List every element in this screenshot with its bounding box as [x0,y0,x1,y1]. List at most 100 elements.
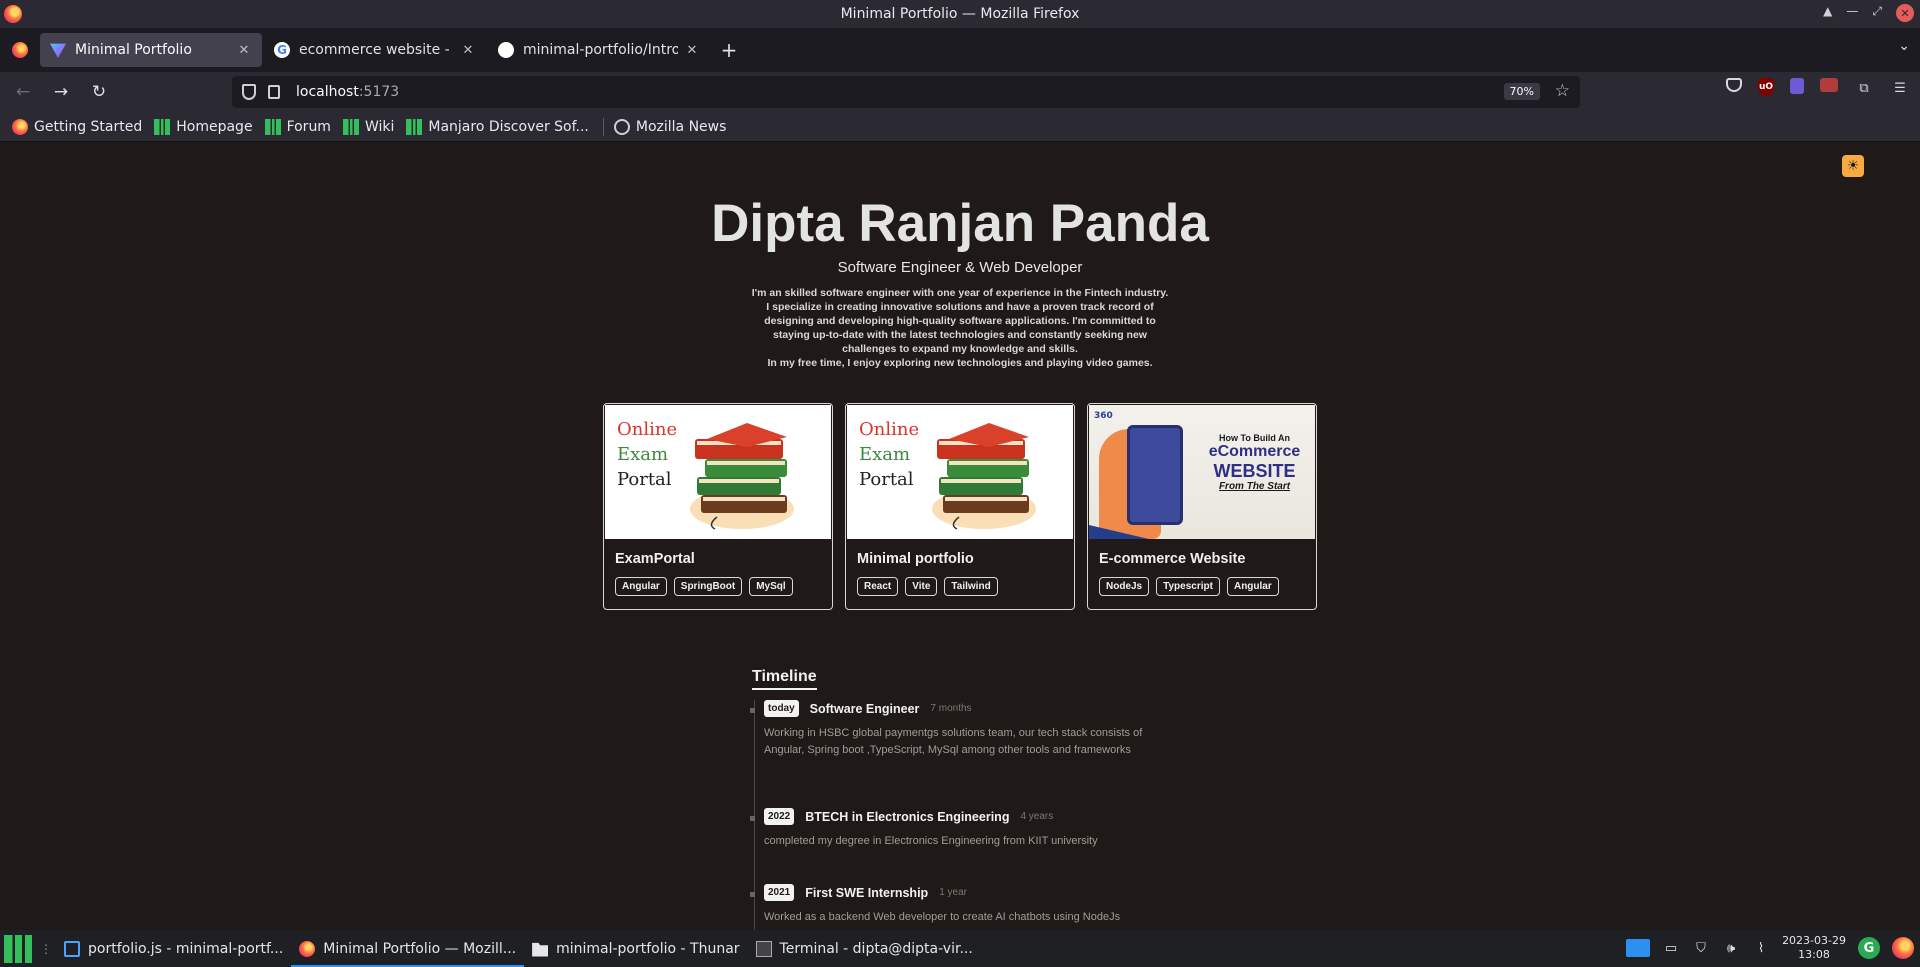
window-list-icon[interactable]: ▭ [1662,939,1680,957]
manjaro-icon [342,118,359,135]
tech-tag: Angular [1226,577,1279,596]
system-tray: ▭ ⛉ 🕪 ⌇ 2023-03-29 13:08 G [1626,934,1914,962]
attachment-icon[interactable]: ⌇ [1752,939,1770,957]
maximize-icon[interactable]: ⤢ [1872,4,1882,22]
timeline-heading: Timeline [752,668,817,690]
firefox-logo-icon [4,5,22,23]
tech-tag: NodeJs [1099,577,1150,596]
clock[interactable]: 2023-03-29 13:08 [1782,934,1846,962]
thumb-line: Exam [617,444,669,465]
list-all-tabs-chevron-icon[interactable]: ⌄ [1898,38,1910,54]
pocket-icon[interactable] [1726,78,1742,92]
extension-red-icon[interactable] [1820,78,1838,92]
bio-line: I specialize in creating innovative solu… [766,301,1154,313]
thumb-line: How To Build An [1219,433,1290,443]
tech-tag: SpringBoot [673,577,743,596]
zoom-level-badge[interactable]: 70% [1503,83,1540,100]
close-window-icon[interactable]: ✕ [1896,4,1914,22]
bookmark-star-icon[interactable]: ☆ [1555,81,1570,101]
tracking-protection-shield-icon[interactable] [242,84,256,100]
theme-toggle-sun-icon[interactable]: ☀ [1842,155,1864,177]
taskbar-task-terminal[interactable]: Terminal - dipta@dipta-vir... [748,930,981,967]
timeline-role: First SWE Internship [805,885,929,900]
tech-tag: Tailwind [944,577,998,596]
firefox-view-button[interactable] [0,28,40,72]
tab-label: ecommerce website - Goo [299,42,454,58]
project-thumbnail: Online Exam Portal [605,405,831,539]
taskbar-handle-icon: ⋮ [40,941,52,956]
bookmark-getting-started[interactable]: Getting Started [12,118,143,135]
timeline-description: Worked as a backend Web developer to cre… [764,911,1121,923]
keep-above-icon[interactable]: ▲ [1823,4,1832,22]
hamburger-menu-icon[interactable]: ☰ [1890,78,1910,98]
page-info-icon[interactable] [268,85,280,99]
ublock-origin-icon[interactable]: uO [1758,78,1774,96]
project-thumbnail: 360 How To Build An eCommerce WEBSITE Fr… [1089,405,1315,539]
firefox-view-icon [12,42,28,58]
firefox-icon [299,940,316,957]
reload-button[interactable]: ↻ [84,77,114,107]
bookmark-mozilla-news[interactable]: Mozilla News [613,118,727,135]
bookmark-wiki[interactable]: Wiki [342,118,395,135]
tab-close-icon[interactable]: ✕ [460,43,476,58]
bookmark-homepage[interactable]: Homepage [154,118,253,135]
bookmark-forum[interactable]: Forum [264,118,331,135]
tech-tag: Angular [615,577,667,596]
tab-minimal-portfolio[interactable]: Minimal Portfolio ✕ [40,33,262,67]
new-tab-button[interactable]: + [712,33,746,67]
tab-google-search[interactable]: G ecommerce website - Goo ✕ [264,33,486,67]
firefox-launcher-icon[interactable] [1892,937,1914,959]
bookmark-label: Wiki [364,118,395,135]
project-title: E-commerce Website [1099,551,1246,567]
taskbar-task-firefox[interactable]: Minimal Portfolio — Mozill... [291,930,524,967]
timeline-duration: 1 year [939,887,967,898]
minimize-icon[interactable]: — [1846,4,1858,22]
project-card-minimal-portfolio[interactable]: Online Exam Portal Minimal portfolio Rea… [845,403,1075,610]
thumbnail-text: Online Exam Portal [617,417,677,492]
security-icon[interactable]: ⛉ [1692,939,1710,957]
bookmark-manjaro-discover[interactable]: Manjaro Discover Sof... [406,118,589,135]
globe-icon [613,118,630,135]
update-notifier-icon[interactable]: G [1858,937,1880,959]
thumb-line: Online [859,419,920,440]
timeline-dot [750,708,755,713]
back-button[interactable]: ← [8,77,38,107]
tab-close-icon[interactable]: ✕ [684,43,700,58]
extension-purple-icon[interactable] [1790,78,1804,94]
bookmark-label: Homepage [176,118,253,135]
url-port: :5173 [358,84,400,100]
timeline-item: today Software Engineer 7 months Working… [750,700,1172,758]
hero-subtitle: Software Engineer & Web Developer [837,259,1083,276]
books-stack-icon [932,423,1036,530]
forward-button[interactable]: → [46,77,76,107]
address-bar[interactable]: localhost:5173 70% ☆ [232,76,1580,108]
volume-icon[interactable]: 🕪 [1722,939,1740,957]
tab-github[interactable]: minimal-portfolio/Intro.jsx ✕ [488,33,710,67]
project-card-examportal[interactable]: Online Exam Portal ExamPortal Angular Sp… [603,403,833,610]
firefox-icon [12,118,28,135]
hero-name: Dipta Ranjan Panda [711,194,1209,253]
task-label: Terminal - dipta@dipta-vir... [779,940,973,957]
manjaro-menu-icon[interactable] [4,934,32,963]
bookmark-label: Getting Started [34,118,143,135]
workspace-switcher-icon[interactable] [1626,939,1651,957]
bookmark-label: Mozilla News [635,118,727,135]
url-host: localhost [296,84,359,100]
task-label: minimal-portfolio - Thunar [556,940,740,957]
thumbnail-text: Online Exam Portal [859,417,919,492]
project-card-ecommerce[interactable]: 360 How To Build An eCommerce WEBSITE Fr… [1087,403,1317,610]
project-thumbnail: Online Exam Portal [847,405,1073,539]
taskbar-task-thunar[interactable]: minimal-portfolio - Thunar [524,930,747,967]
project-tags: React Vite Tailwind [857,577,1074,596]
bio-line: In my free time, I enjoy exploring new t… [767,357,1153,369]
books-stack-icon [690,423,794,530]
editor-icon [64,940,80,957]
extensions-puzzle-icon[interactable]: ⧉ [1854,78,1874,98]
manjaro-icon [264,118,281,135]
project-tags: NodeJs Typescript Angular [1099,577,1316,596]
timeline-year-badge: today [764,700,799,717]
window-titlebar: Minimal Portfolio — Mozilla Firefox ▲ — … [0,0,1920,28]
taskbar-task-editor[interactable]: portfolio.js - minimal-portf... [56,930,291,967]
thumb-line: WEBSITE [1213,461,1296,481]
tab-close-icon[interactable]: ✕ [236,43,252,58]
